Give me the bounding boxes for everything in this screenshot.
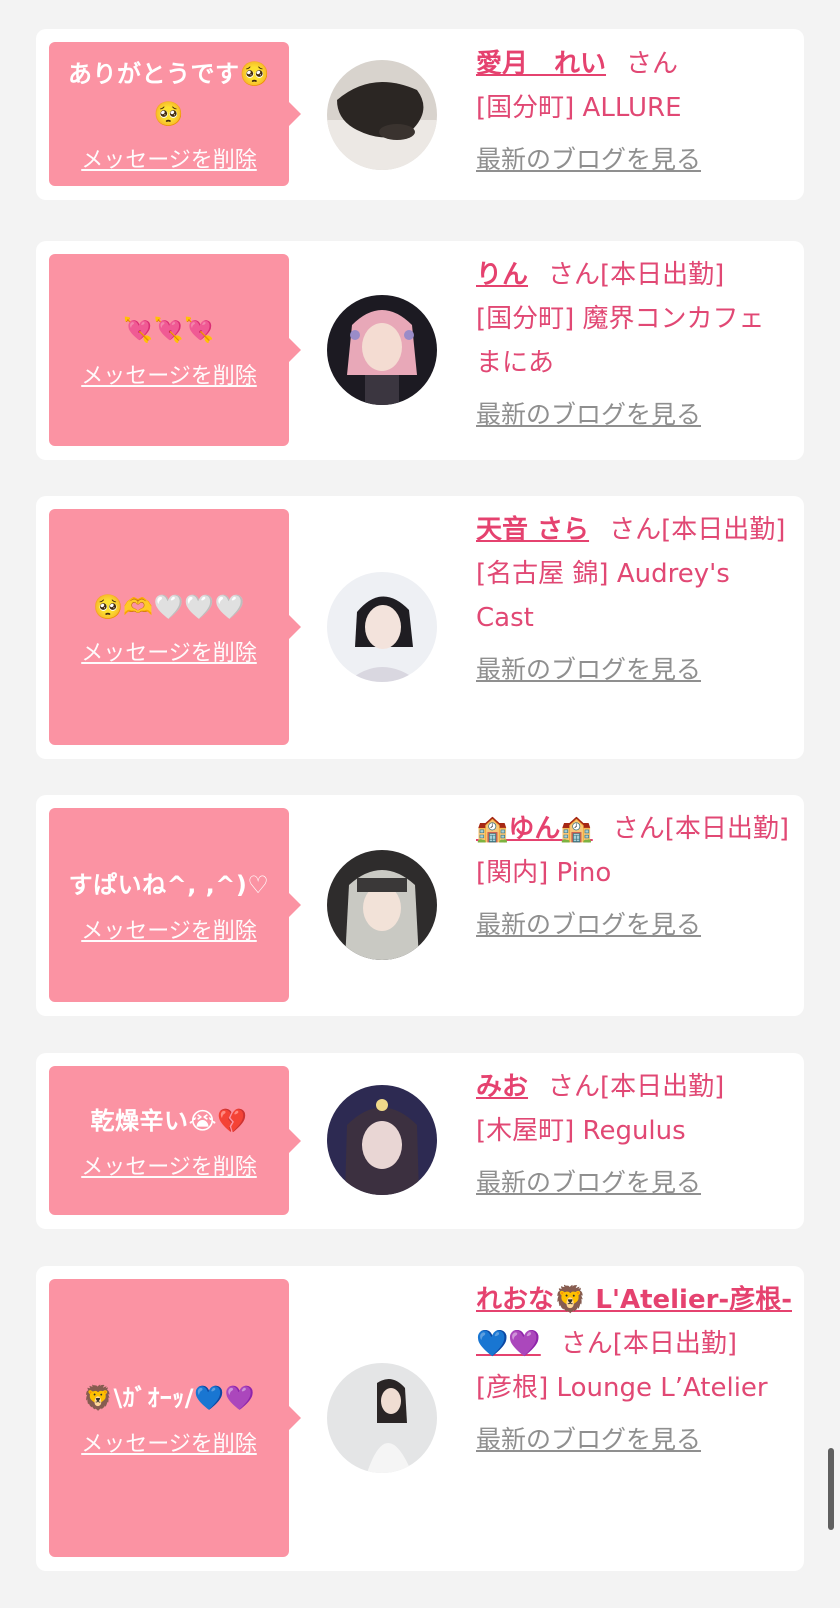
cast-status: さん[本日出勤] [609,515,786,545]
avatar[interactable] [327,572,437,682]
delete-message-link[interactable]: メッセージを削除 [81,1149,257,1181]
latest-blog-link[interactable]: 最新のブログを見る [476,648,794,692]
cast-name-link[interactable]: 天音 さら [476,515,589,545]
latest-blog-link[interactable]: 最新のブログを見る [476,1161,794,1205]
cast-status: さん [626,49,679,79]
scrollbar[interactable] [828,1448,834,1530]
cast-status: さん[本日出勤] [560,1329,738,1359]
cast-info: 愛月 れい さん [国分町] ALLURE 最新のブログを見る [476,42,794,182]
message-card: すぱいね^, ,^)♡ メッセージを削除 🏫ゆん🏫 さん[本日出勤] [関内] P… [36,795,804,1016]
cast-info: みお さん[本日出勤] [木屋町] Regulus 最新のブログを見る [476,1065,794,1205]
message-card: 💘💘💘 メッセージを削除 りん さん[本日出勤] [国分町] 魔界コンカフェ まに… [36,241,804,460]
delete-message-link[interactable]: メッセージを削除 [81,358,257,390]
message-bubble: 🥺🫶🤍🤍🤍 メッセージを削除 [49,509,301,745]
delete-message-link[interactable]: メッセージを削除 [81,913,257,945]
avatar[interactable] [327,1363,437,1473]
cast-name-link[interactable]: 🏫ゆん🏫 [476,814,593,844]
message-bubble: 乾燥辛い😭💔 メッセージを削除 [49,1066,301,1215]
cast-info: れおな🦁 L'Atelier-彦根-💙💜 さん[本日出勤] [彦根] Lounge… [476,1278,794,1462]
latest-blog-link[interactable]: 最新のブログを見る [476,393,794,437]
cast-status: さん[本日出勤] [612,814,790,844]
message-text: 💘💘💘 [123,316,215,344]
message-text: ありがとうです🥺🥺 [68,60,270,128]
delete-message-link[interactable]: メッセージを削除 [81,635,257,667]
shop-name: [名古屋 錦] Audrey's Cast [476,559,730,633]
cast-info: りん さん[本日出勤] [国分町] 魔界コンカフェ まにあ 最新のブログを見る [476,253,794,437]
latest-blog-link[interactable]: 最新のブログを見る [476,903,794,947]
message-card: 乾燥辛い😭💔 メッセージを削除 みお さん[本日出勤] [木屋町] Regulus… [36,1053,804,1229]
shop-name: [彦根] Lounge L’Atelier [476,1373,768,1403]
avatar[interactable] [327,1085,437,1195]
shop-name: [国分町] 魔界コンカフェ まにあ [476,304,765,378]
cast-name-link[interactable]: みお [476,1072,528,1102]
avatar[interactable] [327,850,437,960]
avatar[interactable] [327,60,437,170]
shop-name: [関内] Pino [476,858,612,888]
cast-status: さん[本日出勤] [548,1072,725,1102]
message-list: ありがとうです🥺🥺 メッセージを削除 愛月 れい さん [国分町] ALLURE … [0,0,840,1608]
message-bubble: 💘💘💘 メッセージを削除 [49,254,301,446]
delete-message-link[interactable]: メッセージを削除 [81,1426,257,1458]
message-card: 🥺🫶🤍🤍🤍 メッセージを削除 天音 さら さん[本日出勤] [名古屋 錦] Aud… [36,496,804,759]
avatar[interactable] [327,295,437,405]
shop-name: [国分町] ALLURE [476,93,682,123]
message-card: ありがとうです🥺🥺 メッセージを削除 愛月 れい さん [国分町] ALLURE … [36,29,804,200]
cast-name-link[interactable]: りん [476,260,528,290]
message-text: 乾燥辛い😭💔 [90,1106,248,1135]
cast-status: さん[本日出勤] [548,260,725,290]
message-text: 🥺🫶🤍🤍🤍 [93,593,245,621]
cast-name-link[interactable]: 愛月 れい [476,49,606,79]
cast-info: 天音 さら さん[本日出勤] [名古屋 錦] Audrey's Cast 最新のブ… [476,508,794,692]
message-text: 🦁\ｶﾞｵｰｯ/💙💜 [83,1384,255,1412]
latest-blog-link[interactable]: 最新のブログを見る [476,138,794,182]
shop-name: [木屋町] Regulus [476,1116,686,1146]
delete-message-link[interactable]: メッセージを削除 [81,142,257,174]
message-bubble: 🦁\ｶﾞｵｰｯ/💙💜 メッセージを削除 [49,1279,301,1557]
cast-info: 🏫ゆん🏫 さん[本日出勤] [関内] Pino 最新のブログを見る [476,807,794,947]
message-bubble: すぱいね^, ,^)♡ メッセージを削除 [49,808,301,1002]
message-card: 🦁\ｶﾞｵｰｯ/💙💜 メッセージを削除 れおな🦁 L'Atelier-彦根-💙💜… [36,1266,804,1571]
message-bubble: ありがとうです🥺🥺 メッセージを削除 [49,42,301,186]
latest-blog-link[interactable]: 最新のブログを見る [476,1418,794,1462]
message-text: すぱいね^, ,^)♡ [68,871,270,899]
